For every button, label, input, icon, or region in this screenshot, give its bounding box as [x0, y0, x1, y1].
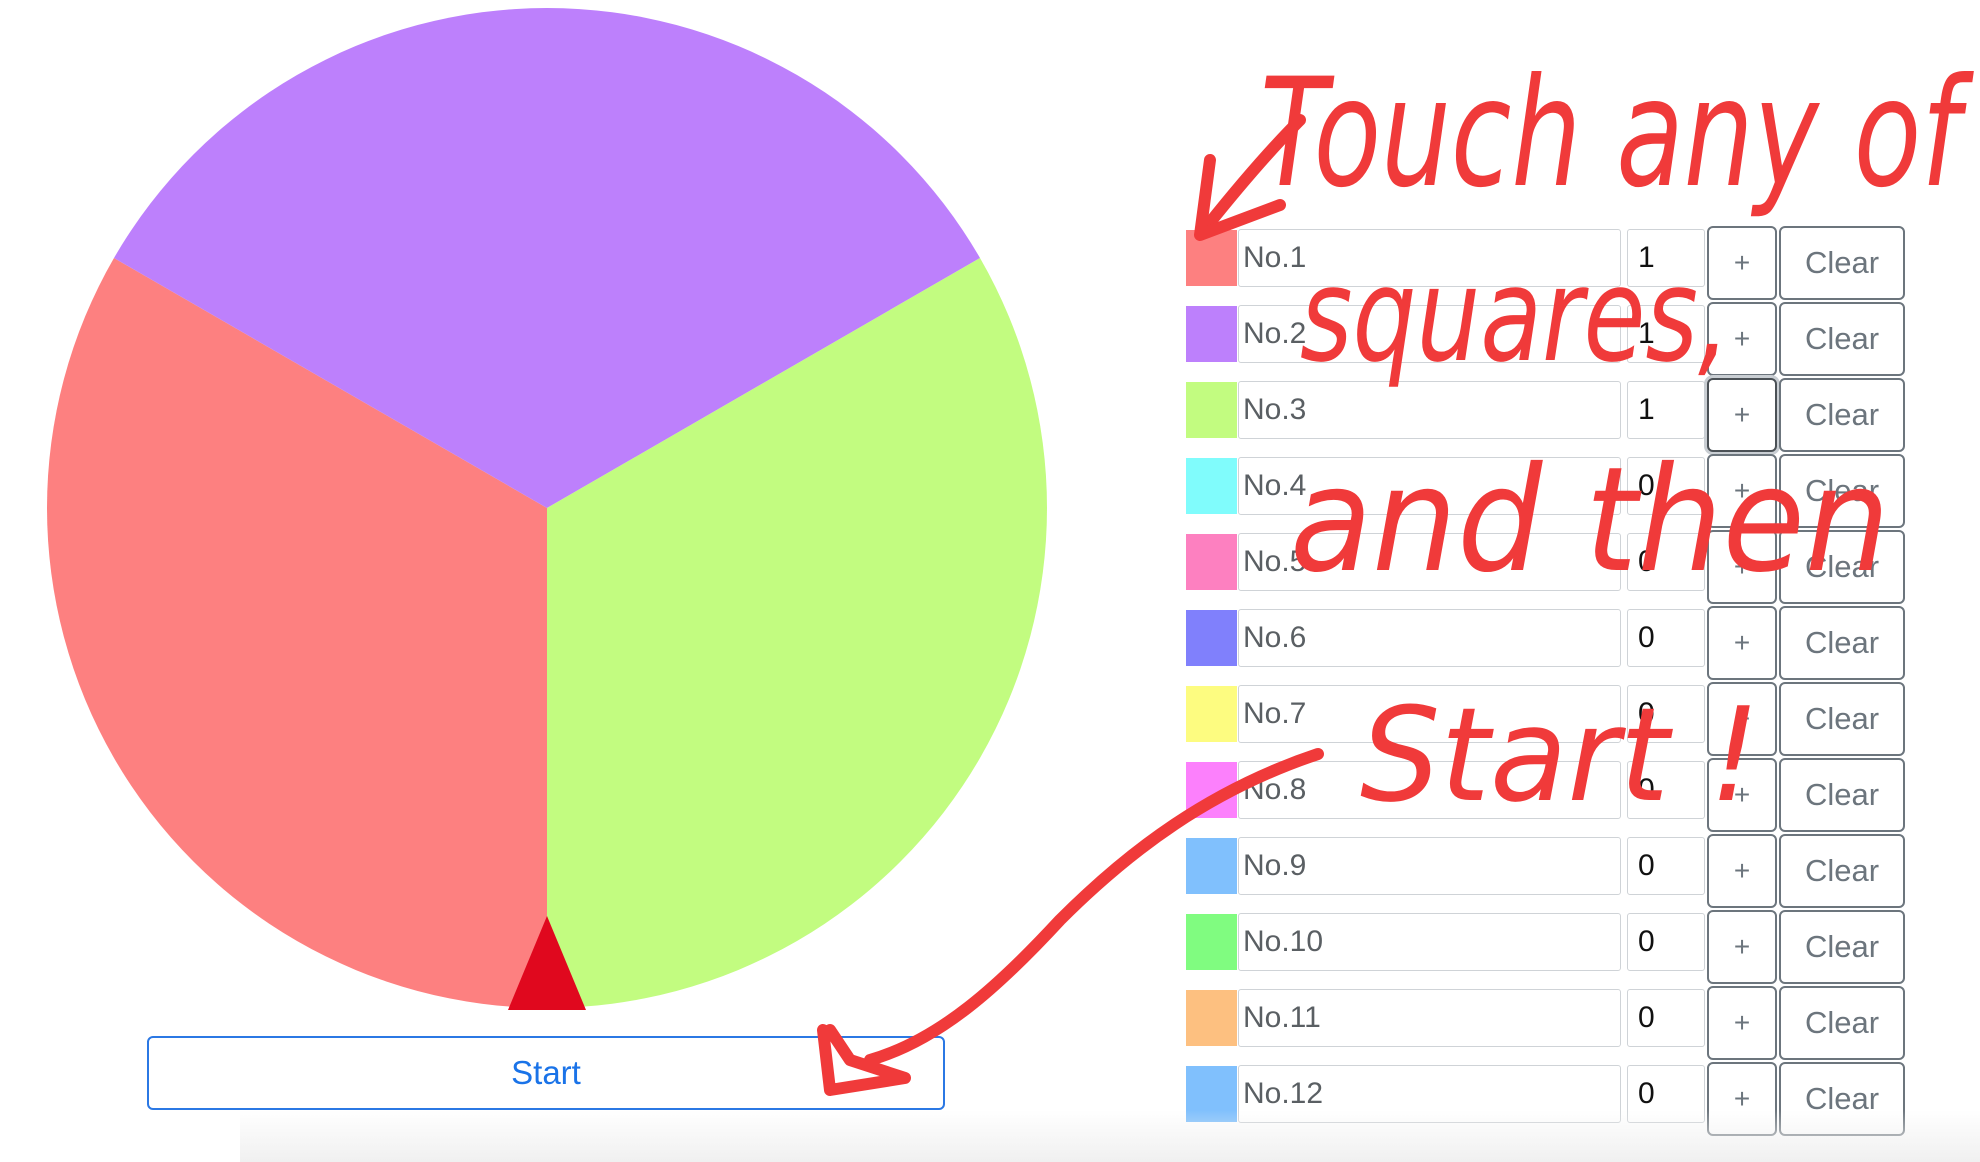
- annotation-line-1: Touch any of: [1260, 47, 1974, 221]
- clear-button[interactable]: Clear: [1779, 454, 1905, 528]
- item-count-input[interactable]: [1627, 761, 1705, 819]
- color-square[interactable]: [1186, 534, 1237, 590]
- clear-button[interactable]: Clear: [1779, 530, 1905, 604]
- color-square[interactable]: [1186, 990, 1237, 1046]
- clear-button[interactable]: Clear: [1779, 986, 1905, 1060]
- item-name-input[interactable]: [1238, 457, 1621, 515]
- item-name-input[interactable]: [1238, 533, 1621, 591]
- item-name-input[interactable]: [1238, 989, 1621, 1047]
- color-square[interactable]: [1186, 610, 1237, 666]
- item-name-input[interactable]: [1238, 761, 1621, 819]
- item-name-input[interactable]: [1238, 381, 1621, 439]
- plus-button[interactable]: +: [1707, 758, 1777, 832]
- clear-button[interactable]: Clear: [1779, 226, 1905, 300]
- plus-button[interactable]: +: [1707, 910, 1777, 984]
- clear-button[interactable]: Clear: [1779, 378, 1905, 452]
- roulette-wheel-area: Start: [0, 0, 1140, 1162]
- item-count-input[interactable]: [1627, 837, 1705, 895]
- plus-button[interactable]: +: [1707, 834, 1777, 908]
- item-name-input[interactable]: [1238, 913, 1621, 971]
- color-square[interactable]: [1186, 382, 1237, 438]
- item-count-input[interactable]: [1627, 457, 1705, 515]
- item-name-input[interactable]: [1238, 305, 1621, 363]
- plus-button[interactable]: +: [1707, 454, 1777, 528]
- plus-button[interactable]: +: [1707, 986, 1777, 1060]
- item-name-input[interactable]: [1238, 229, 1621, 287]
- item-count-input[interactable]: [1627, 533, 1705, 591]
- item-name-input[interactable]: [1238, 685, 1621, 743]
- page-bottom-shadow: [240, 1110, 1980, 1162]
- item-count-input[interactable]: [1627, 229, 1705, 287]
- item-count-input[interactable]: [1627, 381, 1705, 439]
- plus-button[interactable]: +: [1707, 378, 1777, 452]
- plus-button[interactable]: +: [1707, 302, 1777, 376]
- color-square[interactable]: [1186, 914, 1237, 970]
- clear-button[interactable]: Clear: [1779, 758, 1905, 832]
- item-name-input[interactable]: [1238, 837, 1621, 895]
- start-button[interactable]: Start: [147, 1036, 945, 1110]
- color-square[interactable]: [1186, 838, 1237, 894]
- color-square[interactable]: [1186, 686, 1237, 742]
- color-square[interactable]: [1186, 458, 1237, 514]
- clear-button[interactable]: Clear: [1779, 302, 1905, 376]
- color-square[interactable]: [1186, 762, 1237, 818]
- arrow-to-squares: [1202, 114, 1306, 231]
- item-count-input[interactable]: [1627, 685, 1705, 743]
- plus-button[interactable]: +: [1707, 530, 1777, 604]
- item-count-input[interactable]: [1627, 989, 1705, 1047]
- item-name-input[interactable]: [1238, 609, 1621, 667]
- clear-button[interactable]: Clear: [1779, 910, 1905, 984]
- clear-button[interactable]: Clear: [1779, 682, 1905, 756]
- plus-button[interactable]: +: [1707, 606, 1777, 680]
- clear-button[interactable]: Clear: [1779, 606, 1905, 680]
- clear-button[interactable]: Clear: [1779, 834, 1905, 908]
- plus-button[interactable]: +: [1707, 226, 1777, 300]
- plus-button[interactable]: +: [1707, 682, 1777, 756]
- item-count-input[interactable]: [1627, 609, 1705, 667]
- roulette-wheel: [47, 8, 1047, 1010]
- arrow-head-squares: [1194, 154, 1286, 241]
- item-count-input[interactable]: [1627, 305, 1705, 363]
- color-square[interactable]: [1186, 306, 1237, 362]
- color-square[interactable]: [1186, 230, 1237, 286]
- item-count-input[interactable]: [1627, 913, 1705, 971]
